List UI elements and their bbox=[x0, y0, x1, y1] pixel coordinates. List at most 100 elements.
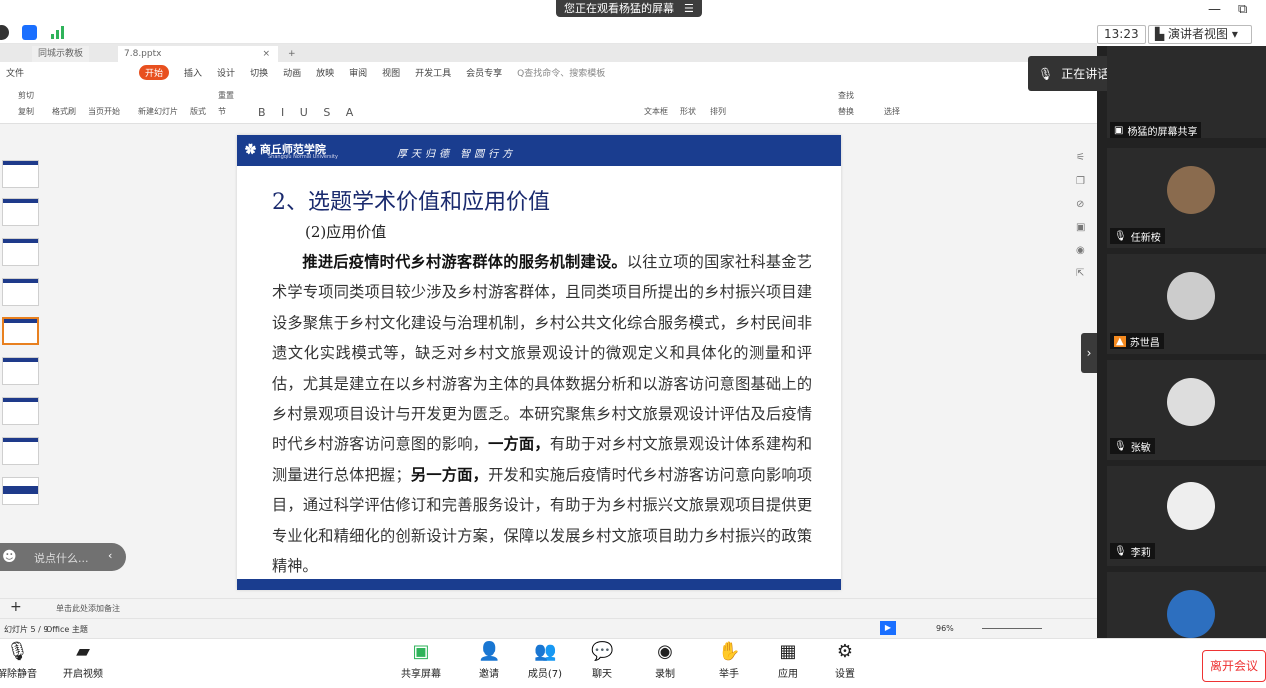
leave-meeting-button[interactable]: 离开会议 bbox=[1202, 650, 1266, 682]
chat-button[interactable]: 💬 聊天 bbox=[577, 641, 627, 680]
record-icon: ◉ bbox=[657, 641, 673, 662]
slide-thumb-8[interactable] bbox=[2, 437, 39, 465]
avatar bbox=[1167, 166, 1215, 214]
user-icon: ▲ bbox=[1114, 335, 1126, 347]
new-slide-button[interactable]: 新建幻灯片 bbox=[138, 106, 178, 117]
copy-icon[interactable]: ❐ bbox=[1076, 176, 1085, 187]
slide-thumb-5[interactable] bbox=[2, 317, 39, 345]
participant-name: 🎙 张敏 bbox=[1110, 438, 1155, 454]
smile-icon[interactable]: ☻ bbox=[2, 549, 17, 565]
menu-start[interactable]: 开始 bbox=[139, 64, 170, 80]
menu-member[interactable]: 会员专享 bbox=[466, 66, 502, 79]
close-icon[interactable]: × bbox=[262, 46, 270, 62]
participant-label: 苏世昌 bbox=[1129, 337, 1160, 349]
location-icon[interactable]: ◉ bbox=[1076, 245, 1085, 256]
slide-thumb-1[interactable] bbox=[2, 160, 39, 188]
invite-button[interactable]: 👤 邀请 bbox=[464, 641, 514, 680]
screen-share-banner[interactable]: 您正在观看杨猛的屏幕 ☰ bbox=[556, 0, 702, 17]
cut-button[interactable]: 剪切 bbox=[18, 90, 34, 101]
select-button[interactable]: 选择 bbox=[884, 106, 900, 117]
viewing-label: 您正在观看杨猛的屏幕 bbox=[564, 2, 674, 15]
textbox-button[interactable]: 文本框 bbox=[644, 106, 668, 117]
menu-design[interactable]: 设计 bbox=[217, 66, 235, 79]
export-icon[interactable]: ⇱ bbox=[1076, 268, 1084, 279]
slide-thumb-3[interactable] bbox=[2, 238, 39, 266]
slide-header-band bbox=[237, 135, 841, 166]
ribbon: 剪切 复制 格式刷 当页开始 新建幻灯片 版式 节 重置 B I U S A 文… bbox=[0, 82, 1097, 124]
slide-thumb-2[interactable] bbox=[2, 198, 39, 226]
tab-doc-2[interactable]: 7.8.pptx × bbox=[118, 46, 278, 62]
start-video-button[interactable]: ▰ 开启视频 bbox=[58, 641, 108, 680]
font-style-buttons[interactable]: B I U S A bbox=[258, 106, 359, 119]
slide-thumb-7[interactable] bbox=[2, 397, 39, 425]
menu-file[interactable]: 文件 bbox=[6, 66, 24, 79]
screen-share-icon: ▣ bbox=[1114, 124, 1124, 136]
slide-thumb-9[interactable] bbox=[2, 477, 39, 505]
chat-input[interactable]: ☻ 说点什么... ‹ bbox=[0, 543, 126, 571]
notes-placeholder: 单击此处添加备注 bbox=[56, 604, 120, 613]
members-button[interactable]: 👥 成员(7) bbox=[520, 641, 570, 680]
video-off-icon: ▰ bbox=[76, 641, 90, 662]
restore-icon[interactable]: ⧉ bbox=[1238, 2, 1247, 17]
menu-animation[interactable]: 动画 bbox=[283, 66, 301, 79]
raise-hand-button[interactable]: ✋ 举手 bbox=[704, 641, 754, 680]
shield-icon[interactable] bbox=[22, 25, 37, 40]
info-icon[interactable] bbox=[0, 25, 9, 40]
new-tab-icon[interactable]: + bbox=[282, 46, 302, 62]
zoom-level[interactable]: 96% bbox=[936, 624, 954, 633]
notes-bar[interactable]: + 单击此处添加备注 bbox=[0, 598, 1097, 618]
gear-icon: ⚙ bbox=[836, 641, 854, 662]
menu-review[interactable]: 审阅 bbox=[349, 66, 367, 79]
zoom-slider[interactable] bbox=[982, 628, 1042, 629]
tab-doc-1[interactable]: 同城示教板 bbox=[32, 46, 90, 62]
replace-button[interactable]: 替换 bbox=[838, 106, 854, 117]
arrange-button[interactable]: 排列 bbox=[710, 106, 726, 117]
layout-button[interactable]: 版式 bbox=[190, 106, 206, 117]
find-button[interactable]: 查找 bbox=[838, 90, 854, 101]
image-icon[interactable]: ▣ bbox=[1076, 222, 1085, 233]
participant-name: ▣ 杨猛的屏幕共享 bbox=[1110, 122, 1202, 138]
slide-thumb-6[interactable] bbox=[2, 357, 39, 385]
reset-button[interactable]: 重置 bbox=[218, 90, 234, 101]
invite-icon: 👤 bbox=[478, 641, 501, 662]
adjust-icon[interactable]: ⚟ bbox=[1076, 152, 1085, 163]
slide-title: 2、选题学术价值和应用价值 bbox=[272, 190, 550, 215]
help-icon[interactable]: ⊘ bbox=[1076, 199, 1084, 210]
menu-icon[interactable]: ☰ bbox=[684, 0, 694, 17]
menu-slideshow[interactable]: 放映 bbox=[316, 66, 334, 79]
body-text-1: 以往立项的国家社科基金艺术学专项同类项目较少涉及乡村游客群体，且同类项目所提出的… bbox=[272, 253, 813, 454]
share-screen-button[interactable]: ▣ 共享屏幕 bbox=[396, 641, 446, 680]
format-painter-button[interactable]: 格式刷 bbox=[52, 106, 76, 117]
menu-insert[interactable]: 插入 bbox=[184, 66, 202, 79]
shape-button[interactable]: 形状 bbox=[680, 106, 696, 117]
record-label: 录制 bbox=[655, 669, 675, 680]
collapse-panel-button[interactable]: › bbox=[1081, 333, 1097, 373]
apps-button[interactable]: ▦ 应用 bbox=[763, 641, 813, 680]
slide-counter: 幻灯片 5 / 9 bbox=[4, 625, 49, 634]
participant-label: 任新桉 bbox=[1130, 232, 1161, 244]
theme-name: Office 主题 bbox=[46, 625, 88, 634]
menu-transition[interactable]: 切换 bbox=[250, 66, 268, 79]
minimize-icon[interactable]: — bbox=[1208, 2, 1221, 17]
search-command[interactable]: Q查找命令、搜索模板 bbox=[517, 66, 605, 79]
from-current-button[interactable]: 当页开始 bbox=[88, 106, 120, 117]
copy-button[interactable]: 复制 bbox=[18, 106, 34, 117]
section-button[interactable]: 节 bbox=[218, 106, 226, 117]
slide-subtitle: (2)应用价值 bbox=[305, 223, 387, 241]
record-button[interactable]: ◉ 录制 bbox=[640, 641, 690, 680]
menu-developer[interactable]: 开发工具 bbox=[415, 66, 451, 79]
chevron-left-icon[interactable]: ‹ bbox=[108, 549, 112, 562]
add-icon[interactable]: + bbox=[10, 599, 22, 615]
unmute-button[interactable]: 🎙 解除静音 bbox=[0, 641, 42, 680]
clock: 13:23 bbox=[1097, 25, 1146, 44]
avatar bbox=[1167, 590, 1215, 638]
presenter-view-select[interactable]: ▙ 演讲者视图 ▾ bbox=[1148, 25, 1252, 44]
settings-button[interactable]: ⚙ 设置 bbox=[820, 641, 870, 680]
play-icon[interactable]: ▶ bbox=[880, 621, 896, 635]
avatar bbox=[1167, 378, 1215, 426]
slide-thumb-4[interactable] bbox=[2, 278, 39, 306]
share-screen-label: 共享屏幕 bbox=[401, 669, 441, 680]
meeting-toolbar bbox=[0, 638, 1266, 688]
wps-menu-bar: 文件 开始 插入 设计 切换 动画 放映 审阅 视图 开发工具 会员专享 Q查找… bbox=[0, 62, 1097, 82]
menu-view[interactable]: 视图 bbox=[382, 66, 400, 79]
